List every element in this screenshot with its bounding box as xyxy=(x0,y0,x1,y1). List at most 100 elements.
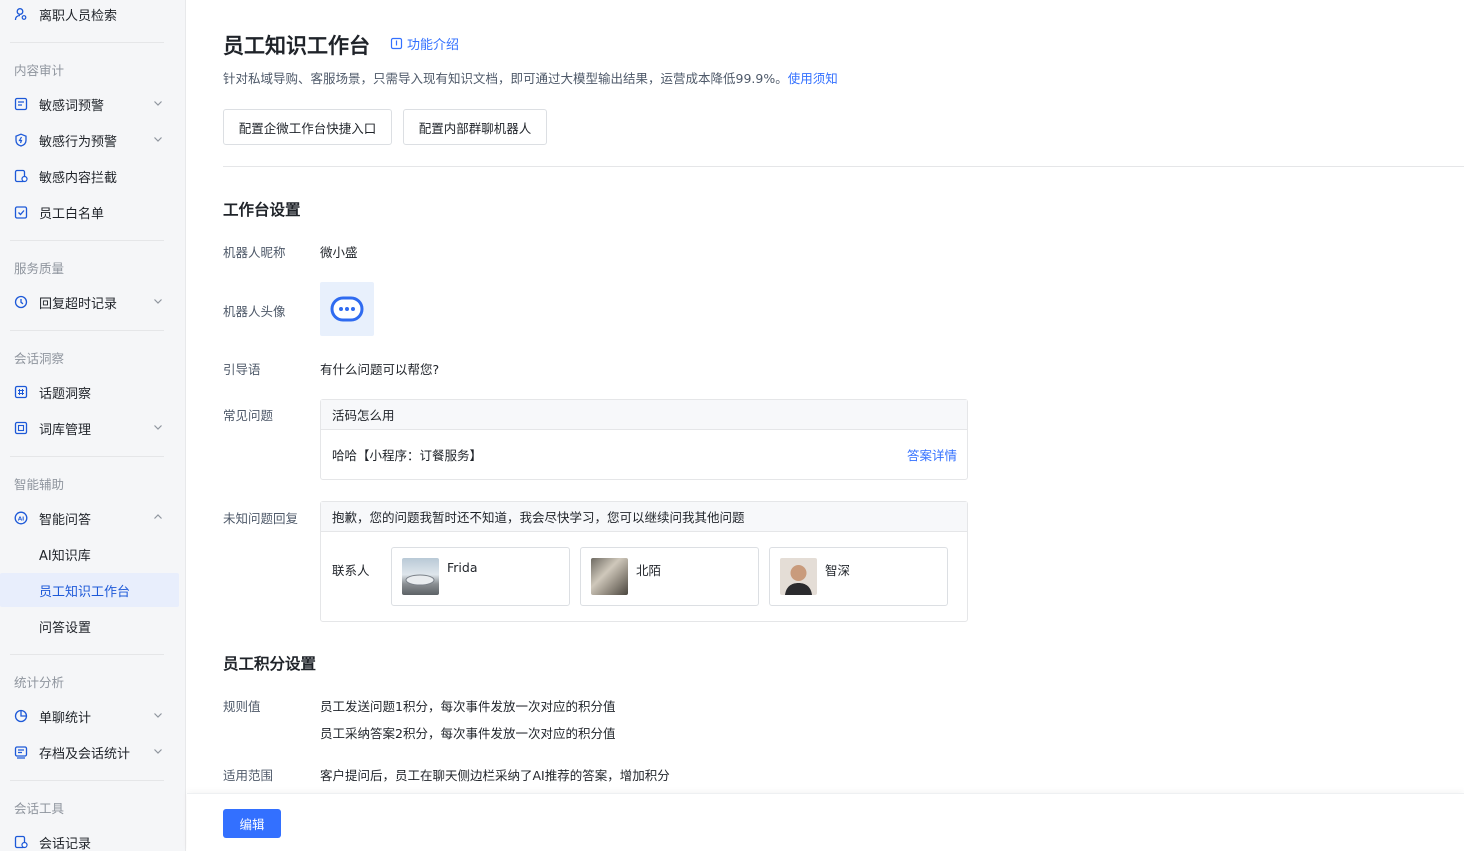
main-content: 员工知识工作台 功能介绍 针对私域导购、客服场景，只需导入现有知识文档，即可通过… xyxy=(187,0,1464,851)
unknown-reply-text: 抱歉，您的问题我暂时还不知道，我会尽快学习，您可以继续问我其他问题 xyxy=(321,502,967,532)
group-service-quality: 服务质量 xyxy=(14,261,65,276)
clipboard-check-icon xyxy=(14,205,28,219)
rule-label: 规则值 xyxy=(223,699,261,714)
section-title-workbench: 工作台设置 xyxy=(223,201,301,219)
ai-icon: AI xyxy=(14,511,28,525)
usage-notice-link[interactable]: 使用须知 xyxy=(788,71,838,86)
sidebar-item-label: 会话记录 xyxy=(39,836,92,851)
page-description: 针对私域导购、客服场景，只需导入现有知识文档，即可通过大模型输出结果，运营成本降… xyxy=(223,68,838,87)
sidebar-item-label: 存档及会话统计 xyxy=(39,746,131,762)
faq-label: 常见问题 xyxy=(223,408,274,423)
unknown-reply-card: 抱歉，您的问题我暂时还不知道，我会尽快学习，您可以继续问我其他问题 联系人 Fr… xyxy=(320,501,968,622)
divider xyxy=(223,166,1464,167)
archive-icon xyxy=(14,745,28,759)
avatar-label: 机器人头像 xyxy=(223,304,286,319)
faq-question: 活码怎么用 xyxy=(321,400,967,430)
sidebar-item-sensitive-behavior[interactable]: 敏感行为预警 xyxy=(0,123,179,157)
block-doc-icon xyxy=(14,169,28,183)
feature-intro-label: 功能介绍 xyxy=(407,38,460,53)
contacts-label: 联系人 xyxy=(332,563,370,578)
sidebar-item-label: 回复超时记录 xyxy=(39,296,118,312)
group-content-audit: 内容审计 xyxy=(14,63,65,78)
sidebar-item-label: 员工知识工作台 xyxy=(39,584,131,600)
faq-card: 活码怎么用 哈哈【小程序：订餐服务】 答案详情 xyxy=(320,399,968,480)
divider xyxy=(10,654,164,655)
chevron-down-icon xyxy=(154,749,162,754)
rule-1: 员工发送问题1积分，每次事件发放一次对应的积分值 xyxy=(320,699,616,714)
sidebar-item-ai-kb[interactable]: AI知识库 xyxy=(0,537,179,571)
sidebar: 离职人员检索 内容审计 敏感词预警 敏感行为预警 敏感内容拦截 员工白名单 服务… xyxy=(0,0,186,851)
avatar xyxy=(780,558,817,595)
chevron-down-icon xyxy=(154,137,162,142)
hashtag-icon xyxy=(14,385,28,399)
divider xyxy=(10,780,164,781)
contact-card[interactable]: 北陌 xyxy=(580,547,759,606)
pie-chart-icon xyxy=(14,709,28,723)
contact-name: Frida xyxy=(447,560,478,575)
clock-icon xyxy=(14,295,28,309)
sidebar-item-label: 离职人员检索 xyxy=(39,8,118,24)
svg-text:AI: AI xyxy=(18,516,24,522)
divider xyxy=(10,42,164,43)
chevron-down-icon xyxy=(154,713,162,718)
sidebar-item-single-chat-stats[interactable]: 单聊统计 xyxy=(0,699,179,733)
sidebar-item-label: 问答设置 xyxy=(39,620,92,636)
sidebar-item-label: 单聊统计 xyxy=(39,710,92,726)
nickname-value: 微小盛 xyxy=(320,245,358,260)
rule-2: 员工采纳答案2积分，每次事件发放一次对应的积分值 xyxy=(320,726,616,741)
edit-button[interactable]: 编辑 xyxy=(223,809,281,838)
group-session-tools: 会话工具 xyxy=(14,801,65,816)
sidebar-item-archive-stats[interactable]: 存档及会话统计 xyxy=(0,735,179,769)
sidebar-item-label: 智能问答 xyxy=(39,512,92,528)
scope-1: 客户提问后，员工在聊天侧边栏采纳了AI推荐的答案，增加积分 xyxy=(320,768,670,783)
sidebar-item-whitelist[interactable]: 员工白名单 xyxy=(0,195,179,229)
sidebar-item-qa-settings[interactable]: 问答设置 xyxy=(0,609,179,643)
sidebar-item-label: 敏感词预警 xyxy=(39,98,105,114)
shield-bolt-icon xyxy=(14,133,28,147)
guide-label: 引导语 xyxy=(223,362,261,377)
feature-intro-link[interactable]: 功能介绍 xyxy=(390,34,459,53)
divider xyxy=(10,456,164,457)
footer-bar: 编辑 xyxy=(187,793,1464,851)
answer-detail-link[interactable]: 答案详情 xyxy=(907,445,957,464)
sidebar-item-sensitive-content[interactable]: 敏感内容拦截 xyxy=(0,159,179,193)
avatar xyxy=(591,558,628,595)
sidebar-item-session-records[interactable]: 会话记录 xyxy=(0,825,179,851)
contact-card[interactable]: Frida xyxy=(391,547,570,606)
contact-card[interactable]: 智深 xyxy=(769,547,948,606)
scope-label: 适用范围 xyxy=(223,768,274,783)
sidebar-item-label: AI知识库 xyxy=(39,548,91,564)
chevron-down-icon xyxy=(154,101,162,106)
sidebar-item-label: 敏感内容拦截 xyxy=(39,170,118,186)
avatar xyxy=(402,558,439,595)
sidebar-item-resigned-search[interactable]: 离职人员检索 xyxy=(0,0,179,31)
divider xyxy=(10,240,164,241)
chevron-up-icon xyxy=(154,514,162,519)
guide-value: 有什么问题可以帮您? xyxy=(320,362,440,377)
sidebar-item-reply-timeout[interactable]: 回复超时记录 xyxy=(0,285,179,319)
nickname-label: 机器人昵称 xyxy=(223,245,286,260)
user-search-icon xyxy=(14,7,28,21)
sidebar-item-workbench[interactable]: 员工知识工作台 xyxy=(0,573,179,607)
page-title: 员工知识工作台 xyxy=(223,34,370,58)
unknown-reply-label: 未知问题回复 xyxy=(223,511,299,526)
description-text: 针对私域导购、客服场景，只需导入现有知识文档，即可通过大模型输出结果，运营成本降… xyxy=(223,71,788,86)
config-wecom-entry-button[interactable]: 配置企微工作台快捷入口 xyxy=(223,109,392,145)
chat-bubble-icon xyxy=(330,296,364,322)
records-icon xyxy=(14,835,28,849)
contact-name: 北陌 xyxy=(636,563,662,578)
chevron-down-icon xyxy=(154,299,162,304)
sidebar-item-sensitive-word[interactable]: 敏感词预警 xyxy=(0,87,179,121)
config-group-bot-button[interactable]: 配置内部群聊机器人 xyxy=(403,109,547,145)
divider xyxy=(10,330,164,331)
sidebar-item-lexicon[interactable]: 词库管理 xyxy=(0,411,179,445)
sidebar-item-label: 话题洞察 xyxy=(39,386,92,402)
faq-answer-row: 哈哈【小程序：订餐服务】 答案详情 xyxy=(321,430,967,478)
group-smart-assist: 智能辅助 xyxy=(14,477,65,492)
sidebar-item-smart-qa[interactable]: AI 智能问答 xyxy=(0,501,179,535)
sidebar-item-label: 词库管理 xyxy=(39,422,92,438)
contact-name: 智深 xyxy=(825,563,851,578)
group-stats: 统计分析 xyxy=(14,675,65,690)
sidebar-item-topic-insight[interactable]: 话题洞察 xyxy=(0,375,179,409)
group-session-insight: 会话洞察 xyxy=(14,351,65,366)
